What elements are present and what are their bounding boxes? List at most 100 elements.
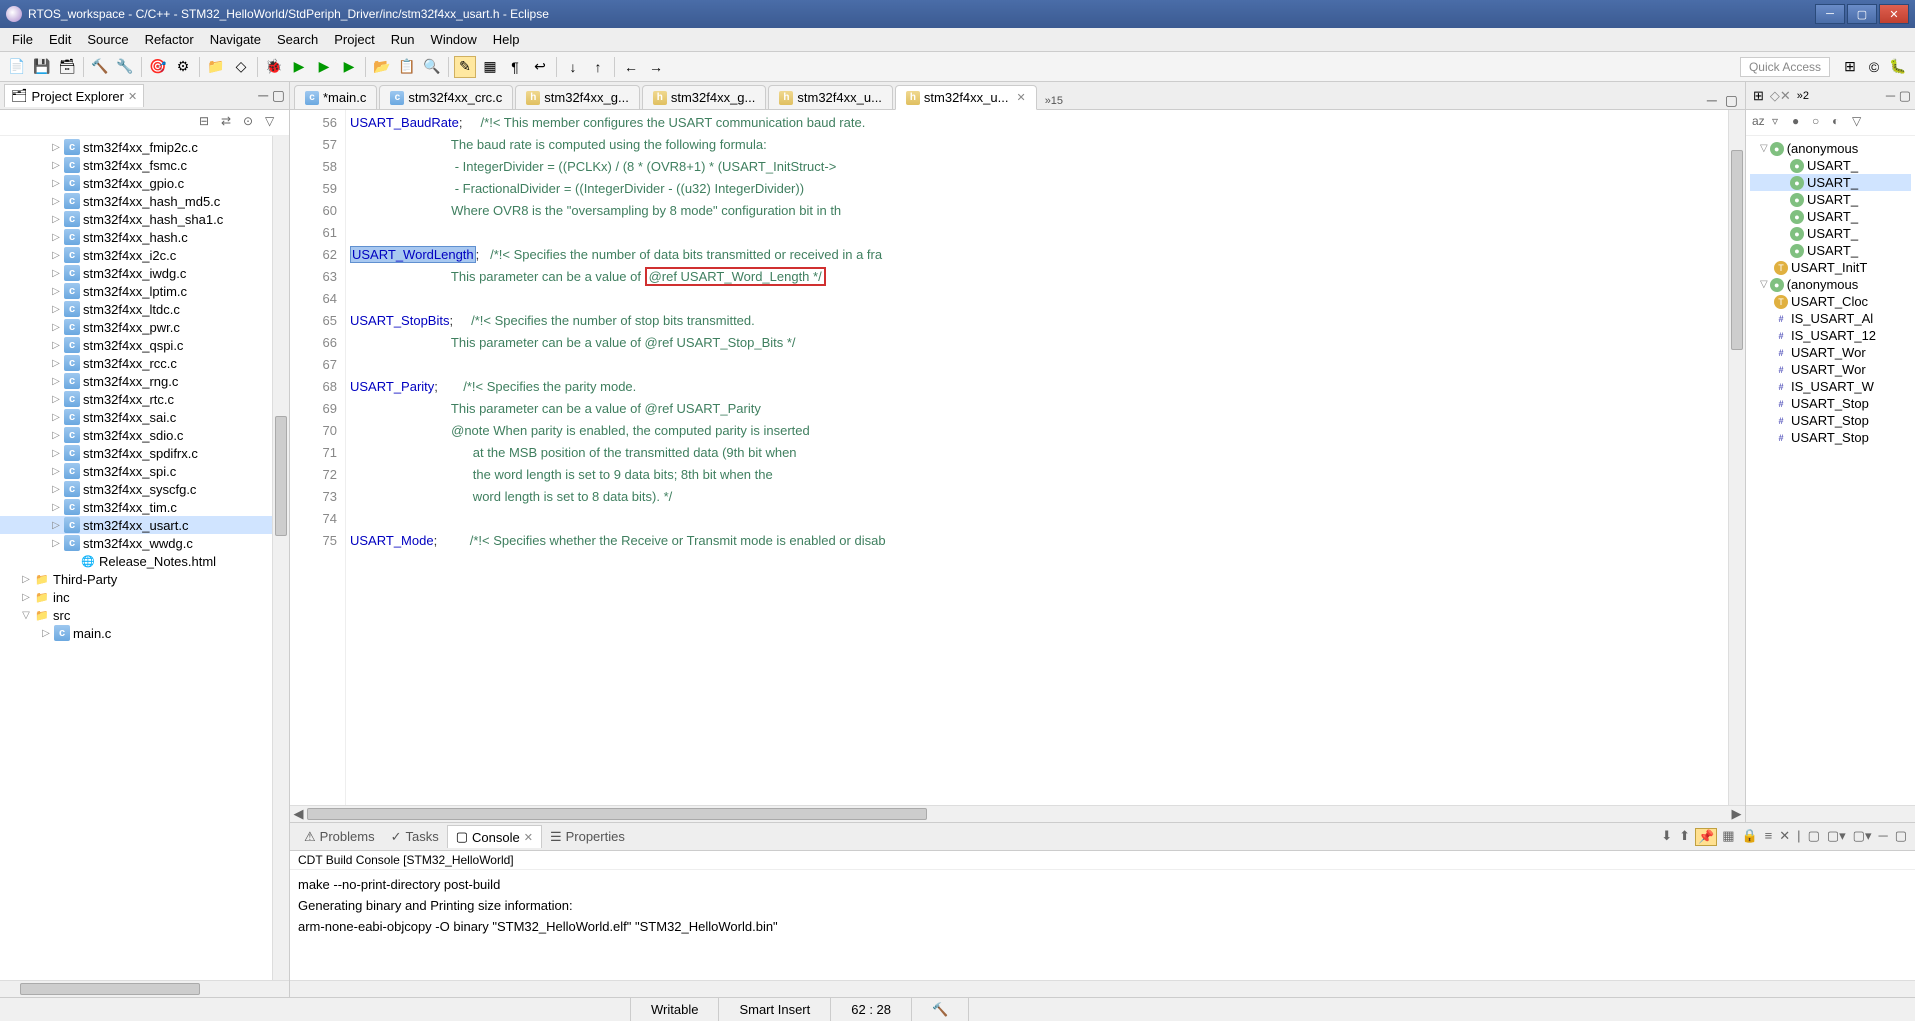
expand-icon[interactable]: ▷ [50,250,62,261]
tree-folder[interactable]: ▷📁Third-Party [0,570,289,588]
outline-item[interactable]: #USART_Stop [1750,395,1911,412]
collapse-all-icon[interactable]: ⊟ [199,114,217,132]
outline-item[interactable]: #USART_Stop [1750,429,1911,446]
expand-icon[interactable]: ▷ [50,142,62,153]
outline-item[interactable]: TUSART_InitT [1750,259,1911,276]
run-icon[interactable]: ▶ [288,56,310,78]
tree-vscrollbar[interactable] [272,136,289,980]
c-perspective-icon[interactable]: © [1863,56,1885,78]
menu-run[interactable]: Run [383,29,423,50]
console-output[interactable]: make --no-print-directory post-buildGene… [290,870,1915,980]
maximize-icon[interactable]: ▢ [1722,92,1741,109]
code-content[interactable]: USART_BaudRate; /*!< This member configu… [346,110,1728,805]
build-icon[interactable]: 🔨 [89,56,111,78]
expand-icon[interactable]: ▷ [50,304,62,315]
expand-icon[interactable]: ▷ [50,160,62,171]
run-last-icon[interactable]: ▶ [313,56,335,78]
expand-icon[interactable]: ▷ [50,448,62,459]
editor-tab[interactable]: hstm32f4xx_g... [642,85,767,109]
menu-help[interactable]: Help [485,29,528,50]
tree-file[interactable]: ▷cstm32f4xx_iwdg.c [0,264,289,282]
close-button[interactable]: ✕ [1879,4,1909,24]
profile-icon[interactable]: ▶ [338,56,360,78]
expand-icon[interactable]: ▷ [50,286,62,297]
pin-console-icon[interactable]: 📌 [1695,828,1717,846]
expand-icon[interactable]: ▷ [50,520,62,531]
outline-item[interactable]: ●USART_ [1750,157,1911,174]
expand-icon[interactable]: ▷ [50,430,62,441]
menu-edit[interactable]: Edit [41,29,79,50]
bottom-tab-tasks[interactable]: ✓Tasks [383,826,447,848]
tree-file[interactable]: ▷cstm32f4xx_hash_md5.c [0,192,289,210]
tree-file[interactable]: ▷cstm32f4xx_gpio.c [0,174,289,192]
tree-file[interactable]: ▷cstm32f4xx_syscfg.c [0,480,289,498]
close-icon[interactable]: ✕ [524,831,533,844]
hide-fields-icon[interactable]: ▿ [1772,114,1790,132]
open-console-icon[interactable]: ▢ [1806,828,1822,846]
tree-file[interactable]: ▷cstm32f4xx_spdifrx.c [0,444,289,462]
expand-icon[interactable]: ▷ [20,574,32,585]
view-menu-icon[interactable]: ▽ [265,114,283,132]
outline-item[interactable]: #IS_USART_Al [1750,310,1911,327]
expand-icon[interactable]: ▷ [20,592,32,603]
expand-icon[interactable]: ▷ [50,358,62,369]
save-all-icon[interactable]: 🗃 [56,56,78,78]
outline-item[interactable]: ●USART_ [1750,208,1911,225]
editor-tab[interactable]: hstm32f4xx_g... [515,85,640,109]
minimize-icon[interactable]: ─ [258,87,268,103]
maximize-icon[interactable]: ▢ [1899,88,1911,103]
expand-icon[interactable]: ▷ [50,466,62,477]
outline-item[interactable]: #IS_USART_W [1750,378,1911,395]
tree-file[interactable]: ▷cstm32f4xx_hash.c [0,228,289,246]
toggle-word-wrap-icon[interactable]: ↩ [529,56,551,78]
tree-file[interactable]: ▷cstm32f4xx_sai.c [0,408,289,426]
new-console-icon[interactable]: ▢▾ [1825,828,1848,846]
code-editor[interactable]: 5657585960616263646566676869707172737475… [290,110,1745,805]
tree-file[interactable]: ▷cstm32f4xx_ltdc.c [0,300,289,318]
quick-access-input[interactable]: Quick Access [1740,57,1830,77]
expand-icon[interactable]: ▷ [50,394,62,405]
maximize-icon[interactable]: ▢ [272,87,285,103]
hide-non-public-icon[interactable]: ○ [1812,114,1830,132]
editor-tab[interactable]: hstm32f4xx_u...✕ [895,85,1037,110]
project-explorer-tab[interactable]: 🗂 Project Explorer ✕ [4,84,144,107]
target-icon[interactable]: 🎯 [147,56,169,78]
open-type-icon[interactable]: 📂 [371,56,393,78]
expand-icon[interactable]: ▷ [50,412,62,423]
tree-file[interactable]: ▷cstm32f4xx_rcc.c [0,354,289,372]
minimize-icon[interactable]: ─ [1886,88,1895,103]
tree-hscrollbar[interactable] [0,980,289,997]
tree-file[interactable]: ▷cstm32f4xx_usart.c [0,516,289,534]
outline-item[interactable]: #USART_Stop [1750,412,1911,429]
menu-source[interactable]: Source [79,29,136,50]
outline-item[interactable]: ●USART_ [1750,242,1911,259]
status-build-icon[interactable]: 🔨 [911,998,968,1021]
display-console-icon[interactable]: ▢▾ [1851,828,1874,846]
tree-file[interactable]: ▷cstm32f4xx_fmip2c.c [0,138,289,156]
minimize-icon[interactable]: ─ [1876,828,1889,846]
next-annotation-icon[interactable]: ↓ [562,56,584,78]
editor-tab[interactable]: hstm32f4xx_u... [768,85,893,109]
editor-vscrollbar[interactable] [1728,110,1745,805]
expand-icon[interactable]: ▷ [40,628,52,639]
tree-file[interactable]: 🌐Release_Notes.html [0,552,289,570]
tree-file[interactable]: ▷cstm32f4xx_rng.c [0,372,289,390]
scroll-lock-icon[interactable]: ⬇ [1659,828,1674,846]
menu-refactor[interactable]: Refactor [137,29,202,50]
outline-item[interactable]: ●USART_ [1750,174,1911,191]
new-folder-icon[interactable]: 📁 [205,56,227,78]
new-class-icon[interactable]: ◇ [230,56,252,78]
menu-window[interactable]: Window [423,29,485,50]
tree-file[interactable]: ▷cstm32f4xx_lptim.c [0,282,289,300]
expand-icon[interactable]: ▽ [20,610,32,621]
tree-file[interactable]: ▷cstm32f4xx_qspi.c [0,336,289,354]
debug-icon[interactable]: 🐞 [263,56,285,78]
display-selected-icon[interactable]: ▦ [1720,828,1736,846]
expand-icon[interactable]: ▷ [50,376,62,387]
outline-item[interactable]: TUSART_Cloc [1750,293,1911,310]
tree-file[interactable]: ▷cstm32f4xx_i2c.c [0,246,289,264]
save-icon[interactable]: 💾 [31,56,53,78]
tree-file[interactable]: ▷cstm32f4xx_wwdg.c [0,534,289,552]
console-hscrollbar[interactable] [290,980,1915,997]
expand-icon[interactable]: ▷ [50,268,62,279]
